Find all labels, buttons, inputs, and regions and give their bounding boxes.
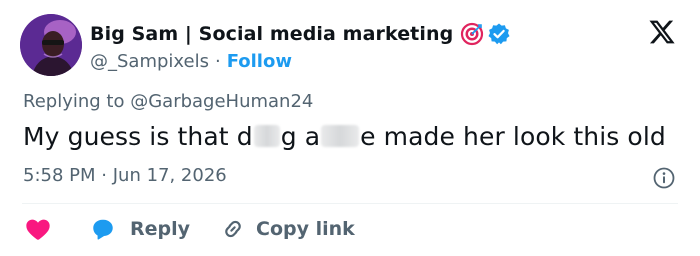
- reply-button[interactable]: Reply: [90, 216, 190, 242]
- name-row: Big Sam | Social media marketing: [90, 20, 511, 48]
- heart-icon: [26, 219, 50, 240]
- handle-row: @_Sampixels · Follow: [90, 48, 511, 74]
- divider: [22, 203, 678, 204]
- handle-separator: ·: [214, 50, 221, 72]
- like-button[interactable]: [24, 215, 52, 243]
- meta-separator: ·: [101, 165, 107, 186]
- tweet-date: Jun 17, 2026: [112, 165, 227, 186]
- info-icon[interactable]: [652, 166, 676, 190]
- tweet-time: 5:58 PM: [23, 165, 96, 186]
- follow-button[interactable]: Follow: [227, 51, 292, 72]
- tweet-timestamp[interactable]: 5:58 PM · Jun 17, 2026: [23, 165, 227, 186]
- copy-link-button[interactable]: Copy link: [220, 216, 355, 242]
- avatar[interactable]: [20, 14, 82, 76]
- copy-link-label: Copy link: [256, 218, 355, 240]
- target-emoji-icon: [460, 22, 484, 46]
- reply-prefix: Replying to: [23, 91, 125, 112]
- author-handle[interactable]: @_Sampixels: [90, 51, 209, 72]
- censor-blur: [253, 125, 280, 147]
- display-name[interactable]: Big Sam | Social media marketing: [90, 23, 453, 45]
- link-icon: [225, 220, 241, 238]
- tweet-text: My guess is that d g a e made her look thi…: [23, 122, 666, 151]
- tweet-card: Big Sam | Social media marketing @_Sampi…: [0, 0, 700, 256]
- replying-to: Replying to @GarbageHuman24: [23, 91, 313, 112]
- reply-label: Reply: [130, 218, 191, 240]
- action-bar: Reply Copy link: [24, 214, 355, 244]
- avatar-image: [20, 14, 82, 76]
- author-block: Big Sam | Social media marketing @_Sampi…: [90, 20, 511, 74]
- censor-blur: [321, 125, 360, 147]
- tweet-text-part-1: My guess is that d: [23, 122, 253, 151]
- speech-bubble-icon: [93, 219, 113, 240]
- x-logo-icon[interactable]: [648, 18, 676, 46]
- verified-badge-icon[interactable]: [487, 22, 511, 46]
- tweet-text-part-3: e made her look this old: [360, 122, 666, 151]
- reply-handle-link[interactable]: @GarbageHuman24: [130, 91, 313, 112]
- tweet-text-part-2: g a: [280, 122, 321, 151]
